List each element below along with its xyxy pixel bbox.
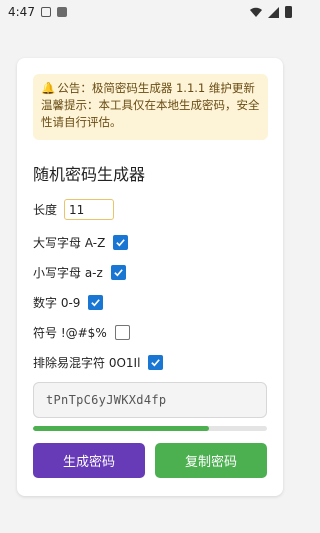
- lowercase-checkbox[interactable]: [110, 265, 126, 280]
- option-label: 大写字母 A-Z: [33, 236, 106, 250]
- exclude-ambiguous-checkbox[interactable]: [148, 355, 164, 370]
- notice-text: 公告：极简密码生成器 1.1.1 维护更新温馨提示：本工具仅在本地生成密码，安全…: [41, 81, 260, 129]
- uppercase-checkbox[interactable]: [113, 235, 129, 250]
- settings-status-icon: [40, 7, 51, 17]
- option-label: 小写字母 a-z: [33, 266, 103, 280]
- digits-checkbox[interactable]: [88, 295, 104, 310]
- length-input[interactable]: [64, 199, 115, 220]
- notification-status-icon: [56, 7, 67, 17]
- strength-bar: [33, 426, 267, 431]
- length-row: 长度: [33, 199, 115, 220]
- option-digits[interactable]: 数字 0-9: [33, 294, 104, 311]
- page-title: 随机密码生成器: [33, 165, 146, 184]
- status-time: 4:47: [8, 5, 35, 19]
- password-output[interactable]: tPnTpC6yJWKXd4fp: [33, 382, 267, 418]
- status-bar: 4:47: [0, 0, 300, 24]
- option-symbols[interactable]: 符号 !@#$%: [33, 324, 130, 341]
- option-uppercase[interactable]: 大写字母 A-Z: [33, 234, 129, 251]
- option-label: 数字 0-9: [33, 296, 81, 310]
- length-label: 长度: [33, 203, 58, 217]
- wifi-icon: [250, 7, 262, 17]
- option-exclude-ambiguous[interactable]: 排除易混字符 0O1Il: [33, 354, 164, 371]
- generate-button[interactable]: 生成密码: [33, 443, 145, 478]
- option-lowercase[interactable]: 小写字母 a-z: [33, 264, 126, 281]
- bell-icon: 🔔: [41, 81, 56, 95]
- option-label: 排除易混字符 0O1Il: [33, 356, 141, 370]
- battery-icon: [285, 6, 292, 18]
- copy-button[interactable]: 复制密码: [155, 443, 267, 478]
- symbols-checkbox[interactable]: [114, 325, 130, 340]
- notice-banner: 🔔 公告：极简密码生成器 1.1.1 维护更新温馨提示：本工具仅在本地生成密码，安…: [33, 74, 268, 140]
- strength-fill: [33, 426, 209, 431]
- generator-card: 🔔 公告：极简密码生成器 1.1.1 维护更新温馨提示：本工具仅在本地生成密码，安…: [17, 58, 283, 496]
- option-label: 符号 !@#$%: [33, 326, 107, 340]
- signal-icon: [268, 6, 279, 18]
